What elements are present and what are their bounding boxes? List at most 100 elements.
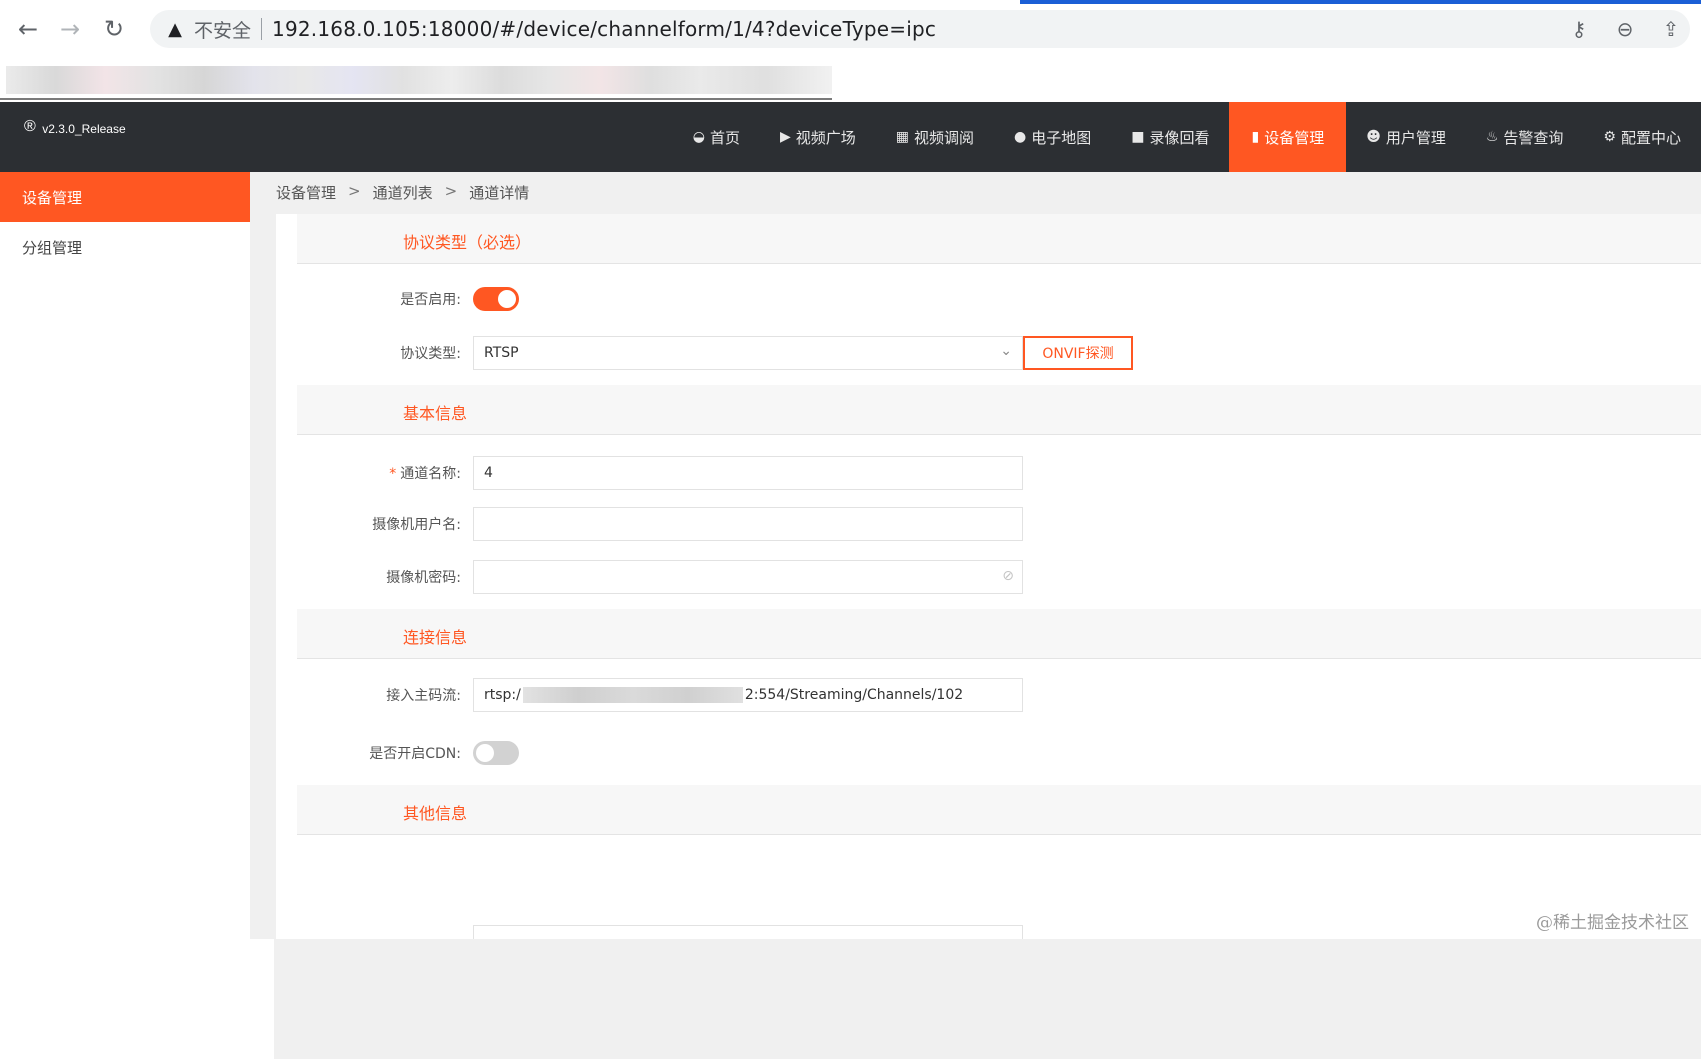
chevron-down-icon: ⌄: [1000, 343, 1012, 359]
nav-label: 录像回看: [1149, 127, 1209, 148]
address-bar[interactable]: ▲ 不安全 192.168.0.105:18000/#/device/chann…: [150, 10, 1690, 48]
onvif-probe-button[interactable]: ONVIF探测: [1023, 336, 1133, 370]
toggle-knob: [476, 744, 494, 762]
address-bar-actions: ⚷ ⊖ ⇪: [1566, 10, 1684, 48]
key-icon[interactable]: ⚷: [1566, 17, 1592, 41]
share-icon[interactable]: ⇪: [1658, 17, 1684, 41]
enabled-label: 是否启用:: [297, 289, 473, 309]
sidebar-item-device-management[interactable]: 设备管理: [0, 172, 250, 222]
grid-icon: ▦: [896, 129, 909, 145]
arrow-right-icon: →: [60, 15, 80, 43]
channel-name-label: *通道名称:: [297, 463, 473, 483]
nav-home[interactable]: ◒首页: [673, 102, 760, 172]
blurred-bookmarks: [6, 66, 832, 94]
map-pin-icon: ●: [1014, 129, 1026, 145]
redacted-address: [523, 687, 743, 703]
main-stream-input[interactable]: rtsp:/ 2:554/Streaming/Channels/102: [473, 678, 1023, 712]
address-divider: [261, 18, 262, 40]
nav-video-square[interactable]: ▶ 视频广场: [760, 102, 876, 172]
section-title: 基本信息: [403, 400, 467, 424]
window-accent-strip: [1020, 0, 1701, 4]
bookmarks-underline: [0, 98, 832, 100]
cdn-label: 是否开启CDN:: [297, 743, 473, 763]
protocol-value: RTSP: [484, 345, 519, 361]
play-circle-icon: ▶: [780, 129, 791, 145]
main-stream-suffix: 2:554/Streaming/Channels/102: [745, 687, 963, 703]
nav-playback[interactable]: ■ 录像回看: [1111, 102, 1229, 172]
channel-name-input[interactable]: 4: [473, 456, 1023, 490]
row-camera-password: 摄像机密码: ⊘: [297, 560, 1023, 594]
main-stream-prefix: rtsp:/: [484, 687, 521, 703]
breadcrumb-separator: >: [445, 182, 458, 203]
nav-map[interactable]: ● 电子地图: [994, 102, 1111, 172]
row-channel-name: *通道名称: 4: [297, 456, 1023, 490]
row-camera-user: 摄像机用户名:: [297, 507, 1023, 541]
camera-username-input[interactable]: [473, 507, 1023, 541]
channel-form-panel: 协议类型（必选） 是否启用: 协议类型: RTSP ⌄ ONVIF探测 基本信息…: [276, 214, 1701, 939]
channel-name-label-text: 通道名称:: [400, 466, 461, 482]
breadcrumb-item-channel-detail: 通道详情: [469, 182, 529, 203]
dashboard-icon: ◒: [693, 129, 705, 145]
app-logo[interactable]: EasyCVR® v2.3.0_Release: [24, 120, 126, 138]
back-button[interactable]: ←: [10, 11, 46, 47]
cdn-toggle[interactable]: [473, 741, 519, 765]
nav-config[interactable]: ⚙ 配置中心: [1583, 102, 1701, 172]
breadcrumb: 设备管理 > 通道列表 > 通道详情: [276, 182, 529, 203]
registered-mark: ®: [24, 118, 36, 135]
nav-alarm[interactable]: ♨告警查询: [1466, 102, 1584, 172]
channel-name-value: 4: [484, 465, 493, 481]
nav-label: 视频调阅: [914, 127, 974, 148]
nav-user-management[interactable]: ☻ 用户管理: [1346, 102, 1466, 172]
app-header: EasyCVR® v2.3.0_Release ◒首页 ▶视频广场 ▦视频调阅 …: [0, 102, 1701, 172]
zoom-icon[interactable]: ⊖: [1612, 17, 1638, 41]
section-title: 连接信息: [403, 624, 467, 648]
section-basic: 基本信息: [297, 385, 1701, 435]
watermark: @稀土掘金技术社区: [1536, 908, 1689, 933]
section-protocol: 协议类型（必选）: [297, 214, 1701, 264]
breadcrumb-item-channel-list[interactable]: 通道列表: [373, 182, 433, 203]
video-camera-icon: ■: [1131, 129, 1144, 145]
camera-password-input[interactable]: ⊘: [473, 560, 1023, 594]
partial-input[interactable]: [473, 925, 1023, 939]
section-other: 其他信息: [297, 785, 1701, 835]
nav-label: 电子地图: [1031, 127, 1091, 148]
reload-button[interactable]: ↻: [96, 11, 132, 47]
nav-label: 配置中心: [1621, 127, 1681, 148]
nav-label: 用户管理: [1386, 127, 1446, 148]
camera-password-label: 摄像机密码:: [297, 567, 473, 587]
section-title: 其他信息: [403, 800, 467, 824]
breadcrumb-item-device-management[interactable]: 设备管理: [276, 182, 336, 203]
version-label: v2.3.0_Release: [42, 122, 125, 136]
protocol-label: 协议类型:: [297, 343, 473, 363]
required-mark: *: [389, 466, 396, 482]
gear-icon: ⚙: [1603, 129, 1616, 145]
sidebar-item-group-management[interactable]: 分组管理: [0, 222, 250, 272]
protocol-select[interactable]: RTSP ⌄: [473, 336, 1023, 370]
arrow-left-icon: ←: [18, 15, 38, 43]
alarm-icon: ♨: [1486, 129, 1499, 145]
enabled-toggle[interactable]: [473, 287, 519, 311]
top-navigation: ◒首页 ▶视频广场 ▦视频调阅 ●电子地图 ■录像回看 ▮设备管理 ☻用户管理 …: [673, 102, 1701, 172]
browser-toolbar: ← → ↻ ▲ 不安全 192.168.0.105:18000/#/device…: [0, 0, 1701, 58]
url-text[interactable]: 192.168.0.105:18000/#/device/channelform…: [272, 17, 936, 41]
row-protocol: 协议类型: RTSP ⌄ ONVIF探测: [297, 336, 1133, 370]
main-stream-label: 接入主码流:: [297, 685, 473, 705]
sidebar: 设备管理 分组管理: [0, 172, 250, 939]
section-connection: 连接信息: [297, 609, 1701, 659]
nav-video-view[interactable]: ▦ 视频调阅: [876, 102, 994, 172]
main-content: 设备管理 > 通道列表 > 通道详情 协议类型（必选） 是否启用: 协议类型: …: [250, 172, 1701, 939]
camera-user-label: 摄像机用户名:: [297, 514, 473, 534]
row-enabled: 是否启用:: [297, 282, 519, 316]
warning-icon[interactable]: ▲: [164, 18, 186, 40]
nav-device-management[interactable]: ▮设备管理: [1229, 102, 1346, 172]
sidebar-item-label: 设备管理: [22, 187, 82, 208]
nav-label: 告警查询: [1503, 127, 1563, 148]
security-label[interactable]: 不安全: [194, 16, 251, 43]
breadcrumb-separator: >: [348, 182, 361, 203]
reload-icon: ↻: [104, 15, 124, 43]
row-cdn: 是否开启CDN:: [297, 736, 519, 770]
nav-label: 视频广场: [796, 127, 856, 148]
eye-off-icon[interactable]: ⊘: [1002, 568, 1014, 584]
forward-button[interactable]: →: [52, 11, 88, 47]
user-icon: ☻: [1366, 129, 1381, 145]
